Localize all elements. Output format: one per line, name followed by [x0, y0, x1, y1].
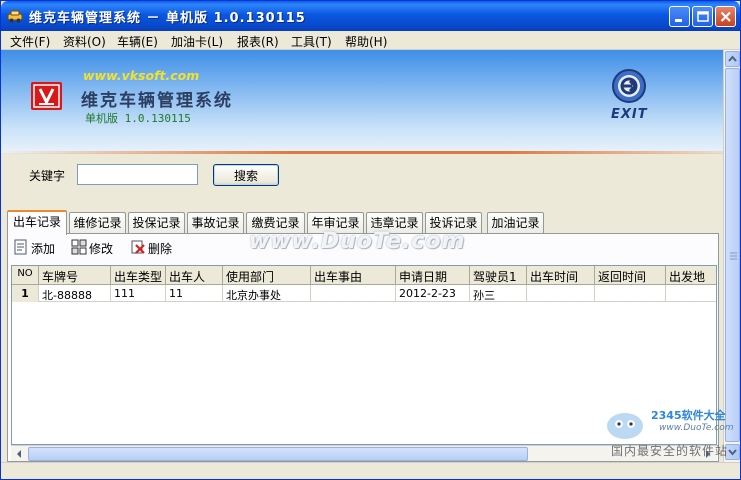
tab-fuel-records[interactable]: 加油记录 [487, 212, 544, 234]
title-bar[interactable]: 维克车辆管理系统 － 单机版 1.0.130115 [1, 1, 740, 31]
record-tabs: 出车记录 维修记录 投保记录 事故记录 缴费记录 年审记录 违章记录 投诉记录 … [7, 210, 723, 235]
power-icon [612, 69, 646, 103]
column-header[interactable]: 出车时间 [527, 266, 595, 285]
search-button[interactable]: 搜索 [213, 164, 279, 186]
edit-label: 修改 [89, 242, 114, 256]
origin-cell[interactable] [666, 285, 716, 302]
delete-label: 删除 [148, 242, 173, 256]
status-bar [1, 462, 740, 479]
exit-label[interactable]: EXIT [611, 107, 648, 122]
menu-vehicle[interactable]: 车辆(E) [117, 33, 158, 50]
menu-bar: 文件(F) 资料(O) 车辆(E) 加油卡(L) 报表(R) 工具(T) 帮助(… [1, 31, 740, 50]
driver-cell[interactable]: 孙三 [470, 285, 527, 302]
tab-accident-records[interactable]: 事故记录 [187, 212, 244, 234]
delete-button[interactable]: 删除 [130, 238, 180, 258]
column-header[interactable]: 出发地 [666, 266, 716, 285]
department-cell[interactable]: 北京办事处 [223, 285, 311, 302]
app-version: 单机版 1.0.130115 [85, 112, 191, 125]
scroll-left-icon[interactable] [12, 447, 26, 461]
trip-records-table[interactable]: NO 车牌号 出车类型 出车人 使用部门 出车事由 申请日期 驾驶员1 出车时间… [11, 265, 717, 445]
menu-help[interactable]: 帮助(H) [345, 33, 387, 50]
add-button[interactable]: 添加 [13, 238, 63, 258]
minimize-button[interactable] [669, 6, 690, 27]
scroll-right-icon[interactable] [701, 447, 715, 461]
edit-grid-icon [71, 239, 87, 255]
column-header[interactable]: 出车事由 [311, 266, 396, 285]
keyword-input[interactable] [77, 164, 198, 185]
row-number: 1 [12, 285, 39, 302]
column-header[interactable]: 出车类型 [111, 266, 166, 285]
maximize-icon [697, 11, 709, 22]
scroll-up-icon[interactable] [725, 51, 740, 67]
column-header[interactable]: 返回时间 [595, 266, 666, 285]
add-document-icon [14, 239, 27, 255]
plate-cell[interactable]: 北-88888 [39, 285, 111, 302]
column-header[interactable]: 申请日期 [396, 266, 470, 285]
menu-fuel-card[interactable]: 加油卡(L) [171, 33, 223, 50]
close-button[interactable] [715, 6, 736, 27]
app-logo-icon [31, 82, 62, 110]
tab-payment-records[interactable]: 缴费记录 [246, 212, 305, 234]
table-horizontal-scrollbar[interactable] [11, 445, 717, 461]
reason-cell[interactable] [311, 285, 396, 302]
column-header[interactable]: 驾驶员1 [470, 266, 527, 285]
vertical-scroll-thumb[interactable] [725, 68, 740, 442]
window-vertical-scrollbar[interactable] [723, 50, 740, 462]
minimize-icon [675, 19, 682, 22]
return-time-cell[interactable] [595, 285, 666, 302]
app-name: 维克车辆管理系统 [81, 91, 233, 111]
maximize-button[interactable] [692, 6, 713, 27]
tab-violation-records[interactable]: 违章记录 [366, 212, 423, 234]
menu-tools[interactable]: 工具(T) [291, 33, 332, 50]
tab-insurance-records[interactable]: 投保记录 [128, 212, 185, 234]
tab-inspection-records[interactable]: 年审记录 [307, 212, 364, 234]
menu-reports[interactable]: 报表(R) [237, 33, 279, 50]
main-window: 维克车辆管理系统 － 单机版 1.0.130115 文件(F) 资料(O) 车辆… [0, 0, 741, 480]
keyword-label: 关键字 [29, 169, 66, 183]
tab-complaint-records[interactable]: 投诉记录 [425, 212, 482, 234]
trip-type-cell[interactable]: 111 [111, 285, 166, 302]
column-header[interactable]: 车牌号 [39, 266, 111, 285]
column-header[interactable]: 出车人 [166, 266, 223, 285]
tab-repair-records[interactable]: 维修记录 [69, 212, 126, 234]
requester-cell[interactable]: 11 [166, 285, 223, 302]
close-icon [720, 11, 731, 22]
menu-file[interactable]: 文件(F) [10, 33, 50, 50]
website-url: www.vksoft.com [83, 68, 200, 83]
edit-button[interactable]: 修改 [71, 238, 121, 258]
delete-icon [131, 240, 145, 254]
add-label: 添加 [31, 242, 56, 256]
car-app-icon [7, 10, 23, 23]
horizontal-scroll-thumb[interactable] [28, 447, 528, 461]
column-header[interactable]: 使用部门 [223, 266, 311, 285]
menu-data[interactable]: 资料(O) [63, 33, 106, 50]
table-header: NO 车牌号 出车类型 出车人 使用部门 出车事由 申请日期 驾驶员1 出车时间… [12, 266, 716, 285]
table-row[interactable]: 1 北-88888 111 11 北京办事处 2012-2-23 孙三 [12, 285, 716, 302]
depart-time-cell[interactable] [527, 285, 595, 302]
tab-trip-records[interactable]: 出车记录 [7, 210, 67, 235]
window-title: 维克车辆管理系统 － 单机版 1.0.130115 [29, 11, 306, 26]
apply-date-cell[interactable]: 2012-2-23 [396, 285, 470, 302]
banner-divider [1, 151, 723, 154]
column-header[interactable]: NO [12, 266, 39, 285]
scroll-down-icon[interactable] [725, 444, 740, 460]
